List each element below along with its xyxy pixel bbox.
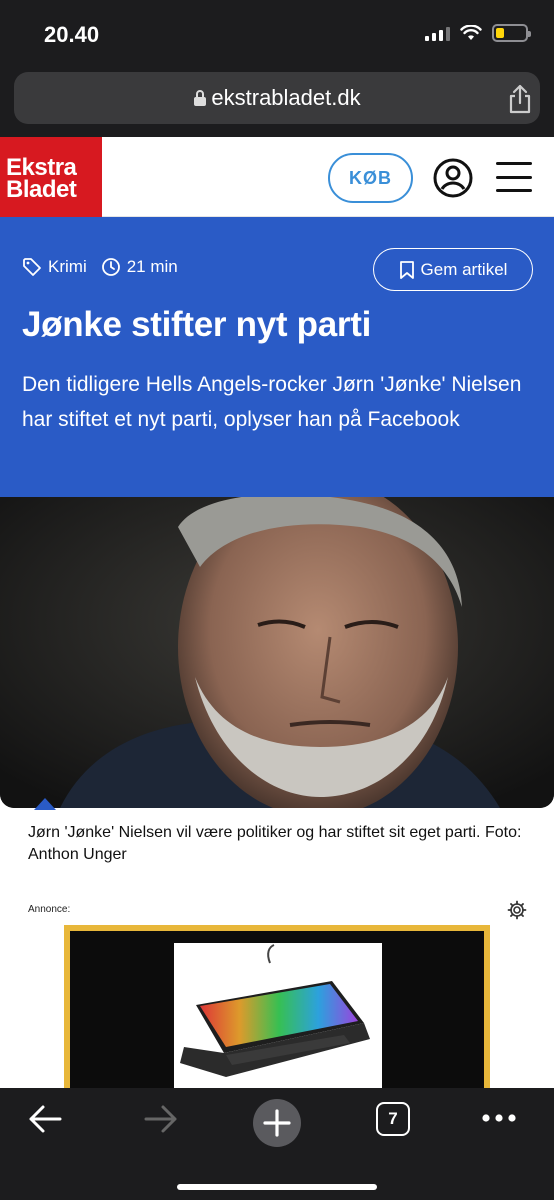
phone-screen: 20.40 ekstrabladet.dk Ekstra Bladet KØB … bbox=[0, 0, 554, 1200]
article-headline: Jønke stifter nyt parti bbox=[22, 305, 372, 344]
plus-icon bbox=[253, 1099, 301, 1147]
battery-icon bbox=[492, 24, 531, 42]
status-time: 20.40 bbox=[44, 22, 100, 47]
save-article-label: Gem artikel bbox=[420, 259, 508, 279]
ekstra-bladet-logo[interactable]: Ekstra Bladet bbox=[0, 137, 102, 217]
site-header: Ekstra Bladet KØB bbox=[0, 137, 554, 217]
buy-button[interactable]: KØB bbox=[328, 153, 413, 203]
category-tag[interactable]: Krimi bbox=[22, 257, 87, 277]
share-icon[interactable] bbox=[508, 84, 532, 119]
keyboard-image bbox=[180, 944, 370, 1077]
menu-icon[interactable] bbox=[496, 162, 532, 192]
gear-icon[interactable] bbox=[507, 900, 527, 925]
tab-count: 7 bbox=[376, 1102, 410, 1136]
bookmark-icon bbox=[399, 260, 414, 279]
ad-product-image[interactable] bbox=[174, 943, 382, 1093]
article-age: 21 min bbox=[101, 257, 178, 277]
category-label: Krimi bbox=[48, 257, 87, 276]
lock-icon bbox=[193, 89, 207, 107]
signal-icon bbox=[425, 25, 450, 41]
new-tab-button[interactable] bbox=[252, 1098, 302, 1148]
tag-icon bbox=[23, 258, 41, 276]
article-meta: Krimi 21 min bbox=[22, 257, 192, 277]
forward-arrow-icon[interactable] bbox=[142, 1102, 180, 1136]
browser-top-chrome: 20.40 ekstrabladet.dk bbox=[0, 0, 554, 137]
photo-caption: Jørn 'Jønke' Nielsen vil være politiker … bbox=[28, 824, 522, 863]
wifi-icon bbox=[460, 25, 482, 40]
article-header: Krimi 21 min Gem artikel Jønke stifter n… bbox=[0, 217, 554, 497]
caption-pointer bbox=[34, 798, 56, 810]
clock-icon bbox=[101, 258, 120, 276]
portrait-image bbox=[0, 497, 554, 808]
tabs-button[interactable]: 7 bbox=[376, 1102, 410, 1136]
url-bar[interactable]: ekstrabladet.dk bbox=[14, 72, 540, 124]
article-photo bbox=[0, 497, 554, 808]
more-icon[interactable] bbox=[481, 1112, 517, 1124]
status-icons bbox=[425, 24, 531, 42]
advertisement[interactable] bbox=[64, 925, 490, 1105]
ad-label: Annonce: bbox=[28, 904, 71, 915]
article-lead: Den tidligere Hells Angels-rocker Jørn '… bbox=[22, 373, 522, 431]
profile-icon[interactable] bbox=[432, 157, 474, 204]
logo-line-2: Bladet bbox=[6, 176, 77, 203]
save-article-button[interactable]: Gem artikel bbox=[373, 248, 533, 291]
url-text: ekstrabladet.dk bbox=[211, 85, 361, 110]
home-indicator[interactable] bbox=[177, 1184, 377, 1190]
back-arrow-icon[interactable] bbox=[26, 1102, 64, 1136]
age-label: 21 min bbox=[126, 257, 178, 276]
